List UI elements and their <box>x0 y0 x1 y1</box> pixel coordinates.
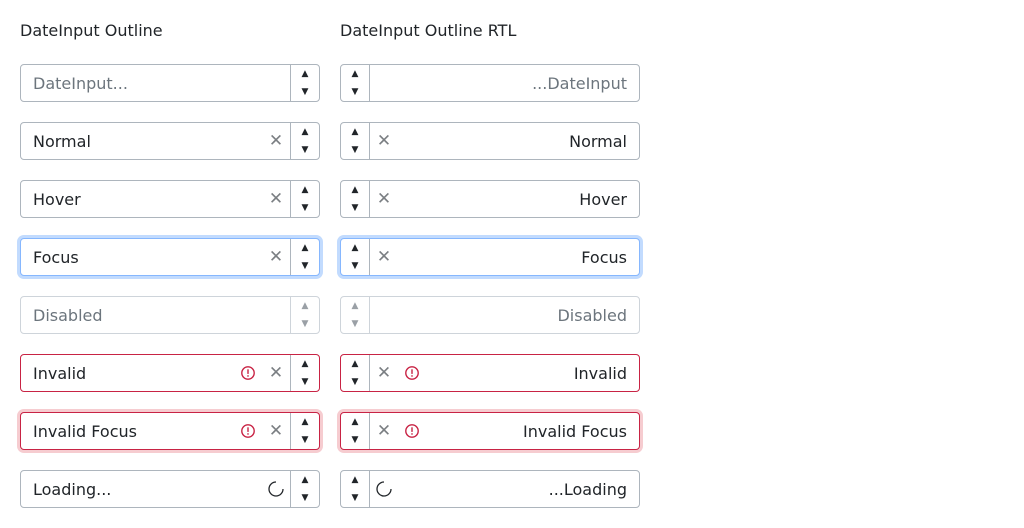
date-input-invalid-focus-field[interactable] <box>21 413 234 449</box>
decrement-button[interactable]: ▼ <box>291 141 319 159</box>
date-input-rtl-hover[interactable]: ▲ ▼ ✕ <box>340 180 640 218</box>
loading-spinner-icon <box>370 471 398 507</box>
clear-icon[interactable]: ✕ <box>377 422 391 440</box>
decrement-button[interactable]: ▼ <box>341 199 369 217</box>
spinner: ▲ ▼ <box>341 181 370 217</box>
increment-button[interactable]: ▲ <box>291 413 319 431</box>
increment-button[interactable]: ▲ <box>341 413 369 431</box>
spinner: ▲ ▼ <box>290 471 319 507</box>
spinner: ▲ ▼ <box>341 123 370 159</box>
date-input-invalid-field[interactable] <box>21 355 234 391</box>
decrement-button[interactable]: ▼ <box>341 373 369 391</box>
date-input-disabled-field <box>21 297 290 333</box>
clear-icon[interactable]: ✕ <box>269 364 283 382</box>
date-input-rtl-loading-field[interactable] <box>398 471 639 507</box>
spinner: ▲ ▼ <box>290 123 319 159</box>
spinner: ▲ ▼ <box>290 181 319 217</box>
spinner: ▲ ▼ <box>341 297 370 333</box>
increment-button[interactable]: ▲ <box>341 239 369 257</box>
increment-button[interactable]: ▲ <box>291 65 319 83</box>
date-input-disabled: ▲ ▼ <box>20 296 320 334</box>
decrement-button[interactable]: ▼ <box>341 141 369 159</box>
date-input-focus-field[interactable] <box>21 239 262 275</box>
increment-button[interactable]: ▲ <box>341 355 369 373</box>
increment-button[interactable]: ▲ <box>291 181 319 199</box>
date-input-invalid-focus[interactable]: ✕ ▲ ▼ <box>20 412 320 450</box>
clear-icon[interactable]: ✕ <box>269 422 283 440</box>
error-icon <box>398 413 426 449</box>
increment-button: ▲ <box>351 301 359 311</box>
spinner: ▲ ▼ <box>341 413 370 449</box>
date-input-rtl-loading[interactable]: ▲ ▼ <box>340 470 640 508</box>
spinner: ▲ ▼ <box>290 239 319 275</box>
spinner: ▲ ▼ <box>290 413 319 449</box>
error-icon <box>398 355 426 391</box>
date-input-rtl-normal[interactable]: ▲ ▼ ✕ <box>340 122 640 160</box>
decrement-button[interactable]: ▼ <box>341 431 369 449</box>
spinner: ▲ ▼ <box>290 355 319 391</box>
decrement-button[interactable]: ▼ <box>291 489 319 507</box>
clear-icon[interactable]: ✕ <box>377 364 391 382</box>
error-icon <box>234 413 262 449</box>
decrement-button[interactable]: ▼ <box>291 83 319 101</box>
spinner: ▲ ▼ <box>341 355 370 391</box>
date-input-loading-field[interactable] <box>21 471 262 507</box>
column-title-ltr: DateInput Outline <box>20 21 163 40</box>
decrement-button: ▼ <box>301 319 309 329</box>
date-input-rtl-focus[interactable]: ▲ ▼ ✕ <box>340 238 640 276</box>
decrement-button: ▼ <box>351 319 359 329</box>
date-input-placeholder[interactable]: ▲ ▼ <box>20 64 320 102</box>
date-input-rtl-invalid-field[interactable] <box>426 355 639 391</box>
date-input-rtl-disabled-field <box>370 297 639 333</box>
column-title-rtl: DateInput Outline RTL <box>340 21 517 40</box>
clear-icon[interactable]: ✕ <box>377 190 391 208</box>
decrement-button[interactable]: ▼ <box>341 83 369 101</box>
date-input-rtl-invalid-focus-field[interactable] <box>426 413 639 449</box>
error-icon <box>234 355 262 391</box>
clear-icon[interactable]: ✕ <box>377 132 391 150</box>
increment-button[interactable]: ▲ <box>291 355 319 373</box>
date-input-rtl-placeholder[interactable]: ▲ ▼ <box>340 64 640 102</box>
increment-button: ▲ <box>301 301 309 311</box>
date-input-invalid[interactable]: ✕ ▲ ▼ <box>20 354 320 392</box>
date-input-rtl-invalid-focus[interactable]: ▲ ▼ ✕ <box>340 412 640 450</box>
increment-button[interactable]: ▲ <box>341 181 369 199</box>
clear-icon[interactable]: ✕ <box>269 248 283 266</box>
date-input-normal[interactable]: ✕ ▲ ▼ <box>20 122 320 160</box>
date-input-rtl-placeholder-field[interactable] <box>370 65 639 101</box>
spinner: ▲ ▼ <box>341 471 370 507</box>
date-input-focus[interactable]: ✕ ▲ ▼ <box>20 238 320 276</box>
loading-spinner-icon <box>262 471 290 507</box>
increment-button[interactable]: ▲ <box>291 471 319 489</box>
increment-button[interactable]: ▲ <box>341 123 369 141</box>
increment-button[interactable]: ▲ <box>341 65 369 83</box>
spinner: ▲ ▼ <box>341 65 370 101</box>
decrement-button[interactable]: ▼ <box>341 257 369 275</box>
spinner: ▲ ▼ <box>341 239 370 275</box>
clear-icon[interactable]: ✕ <box>377 248 391 266</box>
spinner: ▲ ▼ <box>290 65 319 101</box>
increment-button[interactable]: ▲ <box>291 123 319 141</box>
date-input-rtl-focus-field[interactable] <box>398 239 639 275</box>
increment-button[interactable]: ▲ <box>291 239 319 257</box>
clear-icon[interactable]: ✕ <box>269 132 283 150</box>
decrement-button[interactable]: ▼ <box>291 373 319 391</box>
date-input-loading[interactable]: ▲ ▼ <box>20 470 320 508</box>
decrement-button[interactable]: ▼ <box>291 257 319 275</box>
date-input-rtl-hover-field[interactable] <box>398 181 639 217</box>
date-input-rtl-invalid[interactable]: ▲ ▼ ✕ <box>340 354 640 392</box>
decrement-button[interactable]: ▼ <box>341 489 369 507</box>
date-input-rtl-disabled: ▲ ▼ <box>340 296 640 334</box>
date-input-hover[interactable]: ✕ ▲ ▼ <box>20 180 320 218</box>
date-input-placeholder-field[interactable] <box>21 65 290 101</box>
date-input-normal-field[interactable] <box>21 123 262 159</box>
increment-button[interactable]: ▲ <box>341 471 369 489</box>
date-input-hover-field[interactable] <box>21 181 262 217</box>
decrement-button[interactable]: ▼ <box>291 431 319 449</box>
spinner: ▲ ▼ <box>290 297 319 333</box>
decrement-button[interactable]: ▼ <box>291 199 319 217</box>
date-input-rtl-normal-field[interactable] <box>398 123 639 159</box>
clear-icon[interactable]: ✕ <box>269 190 283 208</box>
